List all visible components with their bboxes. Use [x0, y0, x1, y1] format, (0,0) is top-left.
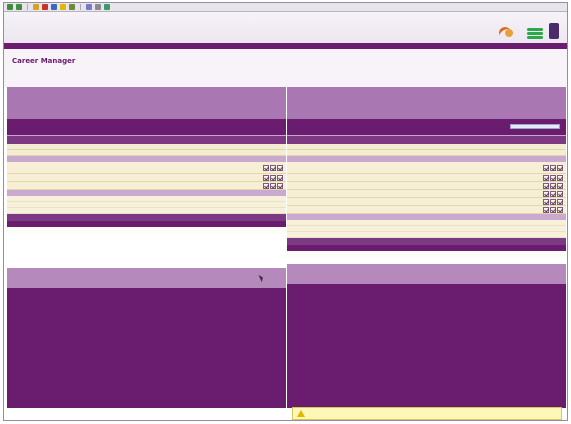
checkbox[interactable] — [557, 198, 563, 205]
warning-banner — [292, 407, 562, 420]
toolbar-divider — [80, 4, 81, 10]
checkbox[interactable] — [557, 174, 563, 181]
left-summary-panel — [7, 87, 286, 119]
checkbox[interactable] — [543, 164, 549, 171]
table-row[interactable] — [287, 190, 566, 198]
table-row[interactable] — [7, 162, 286, 174]
checkbox[interactable] — [270, 164, 276, 171]
right-skills-header — [287, 238, 566, 245]
checkbox[interactable] — [270, 182, 276, 189]
badge-logo — [549, 23, 559, 39]
checkbox[interactable] — [263, 164, 269, 171]
checkbox[interactable] — [543, 206, 549, 213]
checkbox[interactable] — [550, 190, 556, 197]
left-skills-empty — [7, 227, 286, 234]
forward-icon[interactable] — [16, 4, 22, 10]
back-icon[interactable] — [7, 4, 13, 10]
checkbox[interactable] — [550, 182, 556, 189]
right-goals-header — [287, 264, 566, 284]
favorites-icon[interactable] — [60, 4, 66, 10]
partner-logos — [495, 23, 559, 42]
browser-window: Career Manager — [3, 2, 568, 421]
checkbox[interactable] — [277, 174, 283, 181]
table-row[interactable] — [287, 182, 566, 190]
left-section-header — [7, 135, 286, 144]
table-row[interactable] — [287, 174, 566, 182]
checkbox[interactable] — [543, 198, 549, 205]
checkbox[interactable] — [550, 206, 556, 213]
left-detail-panel — [7, 119, 286, 135]
history-icon[interactable] — [69, 4, 75, 10]
table-row[interactable] — [287, 162, 566, 174]
refresh-icon[interactable] — [33, 4, 39, 10]
picker-input[interactable] — [510, 124, 560, 129]
checkbox[interactable] — [543, 190, 549, 197]
checkbox[interactable] — [277, 164, 283, 171]
checkbox[interactable] — [263, 182, 269, 189]
right-detail-panel — [287, 119, 566, 135]
right-summary-panel — [287, 87, 566, 119]
checkbox[interactable] — [543, 182, 549, 189]
left-goals-body — [7, 288, 286, 408]
right-goals-body — [287, 284, 566, 408]
home-icon[interactable] — [42, 4, 48, 10]
table-row[interactable] — [7, 174, 286, 182]
checkbox[interactable] — [550, 198, 556, 205]
checkbox[interactable] — [557, 182, 563, 189]
page-title: Career Manager — [12, 57, 76, 65]
left-skills-header — [7, 214, 286, 221]
left-goals-header — [7, 268, 286, 288]
site-header — [4, 12, 567, 43]
checkbox[interactable] — [557, 164, 563, 171]
mail-icon[interactable] — [86, 4, 92, 10]
swoosh-logo — [495, 24, 521, 42]
toolbar-divider — [27, 4, 28, 10]
table-row[interactable] — [7, 182, 286, 190]
title-band: Career Manager — [4, 49, 567, 87]
checkbox[interactable] — [263, 174, 269, 181]
table-row[interactable] — [287, 198, 566, 206]
checkbox[interactable] — [550, 164, 556, 171]
edit-icon[interactable] — [104, 4, 110, 10]
warning-icon — [297, 410, 305, 417]
checkbox[interactable] — [270, 174, 276, 181]
checkbox[interactable] — [277, 182, 283, 189]
checkbox[interactable] — [557, 206, 563, 213]
checkbox[interactable] — [550, 174, 556, 181]
right-column — [287, 87, 566, 420]
search-icon[interactable] — [51, 4, 57, 10]
checkbox[interactable] — [557, 190, 563, 197]
left-white-area — [7, 234, 286, 268]
right-section-header — [287, 135, 566, 144]
wave-logo — [527, 27, 543, 39]
browser-toolbar — [4, 3, 567, 12]
left-column — [7, 87, 286, 420]
checkbox[interactable] — [543, 174, 549, 181]
right-skills-empty — [287, 251, 566, 258]
table-row[interactable] — [287, 206, 566, 214]
print-icon[interactable] — [95, 4, 101, 10]
